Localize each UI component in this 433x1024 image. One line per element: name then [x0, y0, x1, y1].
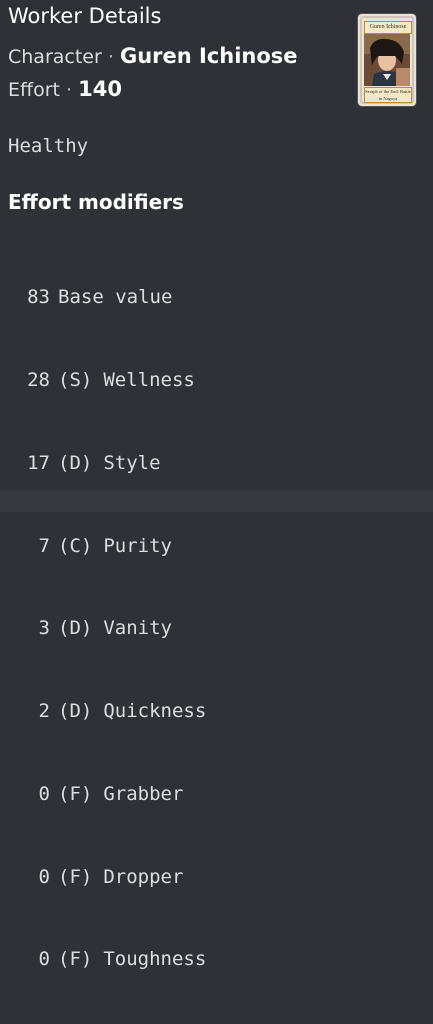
message-area-strip — [0, 490, 433, 512]
modifier-grade: (D) — [58, 700, 93, 723]
modifier-grade: (D) — [58, 617, 93, 640]
modifier-value: 28 — [27, 368, 50, 391]
modifier-grade: (C) — [58, 534, 93, 557]
effort-separator: · — [66, 79, 73, 101]
modifier-value: 83 — [27, 286, 50, 309]
modifier-row: 3 (D) Vanity — [16, 615, 206, 643]
card-series-plate: Seraph of the End: Battle in Nagoya — [364, 87, 412, 103]
modifier-row: 0 (F) Grabber — [16, 781, 206, 809]
effort-value: 140 — [78, 77, 122, 101]
character-label: Character — [8, 46, 102, 68]
modifier-row: 17 (D) Style — [16, 450, 206, 478]
modifier-row: 7 (C) Purity — [16, 533, 206, 561]
worker-details-embed: Worker Details Character · Guren Ichinos… — [0, 0, 433, 970]
modifier-grade: (F) — [58, 948, 93, 971]
modifier-name: Purity — [103, 534, 172, 557]
card-thumbnail[interactable]: Guren Ichinose Seraph of the End: Battle… — [358, 14, 416, 106]
health-status: Healthy — [8, 135, 89, 157]
modifier-grade: (D) — [58, 451, 93, 474]
modifiers-heading: Effort modifiers — [8, 190, 184, 214]
modifier-row: 83 Base value — [16, 284, 206, 312]
modifier-name: Toughness — [103, 948, 207, 971]
modifier-value: 7 — [38, 534, 50, 557]
modifier-name: Wellness — [103, 368, 195, 391]
character-name: Guren Ichinose — [119, 44, 298, 68]
modifier-row: 28 (S) Wellness — [16, 367, 206, 395]
modifier-grade: (F) — [58, 782, 93, 805]
effort-line: Effort · 140 — [8, 77, 122, 102]
effort-label: Effort — [8, 79, 60, 101]
modifier-value: 17 — [27, 451, 50, 474]
modifier-row: 0 (F) Toughness — [16, 946, 207, 974]
character-separator: · — [107, 46, 114, 68]
card-name-plate: Guren Ichinose — [364, 21, 412, 34]
modifier-grade: (S) — [58, 368, 93, 391]
embed-title: Worker Details — [8, 4, 162, 28]
modifiers-list: 83 Base value 28 (S) Wellness 17 (D) Style 7 (… — [16, 229, 206, 1024]
modifier-name: Style — [103, 451, 161, 474]
modifier-value: 0 — [38, 948, 50, 971]
modifier-value: 3 — [38, 617, 50, 640]
modifier-name: Grabber — [103, 782, 184, 805]
character-portrait-icon — [364, 34, 410, 86]
modifier-value: 2 — [38, 700, 50, 723]
modifier-name: Dropper — [103, 865, 184, 888]
modifier-row: 2 (D) Quickness — [16, 698, 207, 726]
modifier-row: 0 (F) Dropper — [16, 864, 206, 892]
modifier-value: 0 — [38, 782, 50, 805]
modifier-name: Vanity — [103, 617, 172, 640]
character-line: Character · Guren Ichinose — [8, 44, 298, 69]
modifier-name: Quickness — [103, 700, 207, 723]
modifier-value: 0 — [38, 865, 50, 888]
card-character-art — [364, 34, 410, 86]
modifier-name: Base value — [58, 286, 173, 309]
modifier-grade: (F) — [58, 865, 93, 888]
